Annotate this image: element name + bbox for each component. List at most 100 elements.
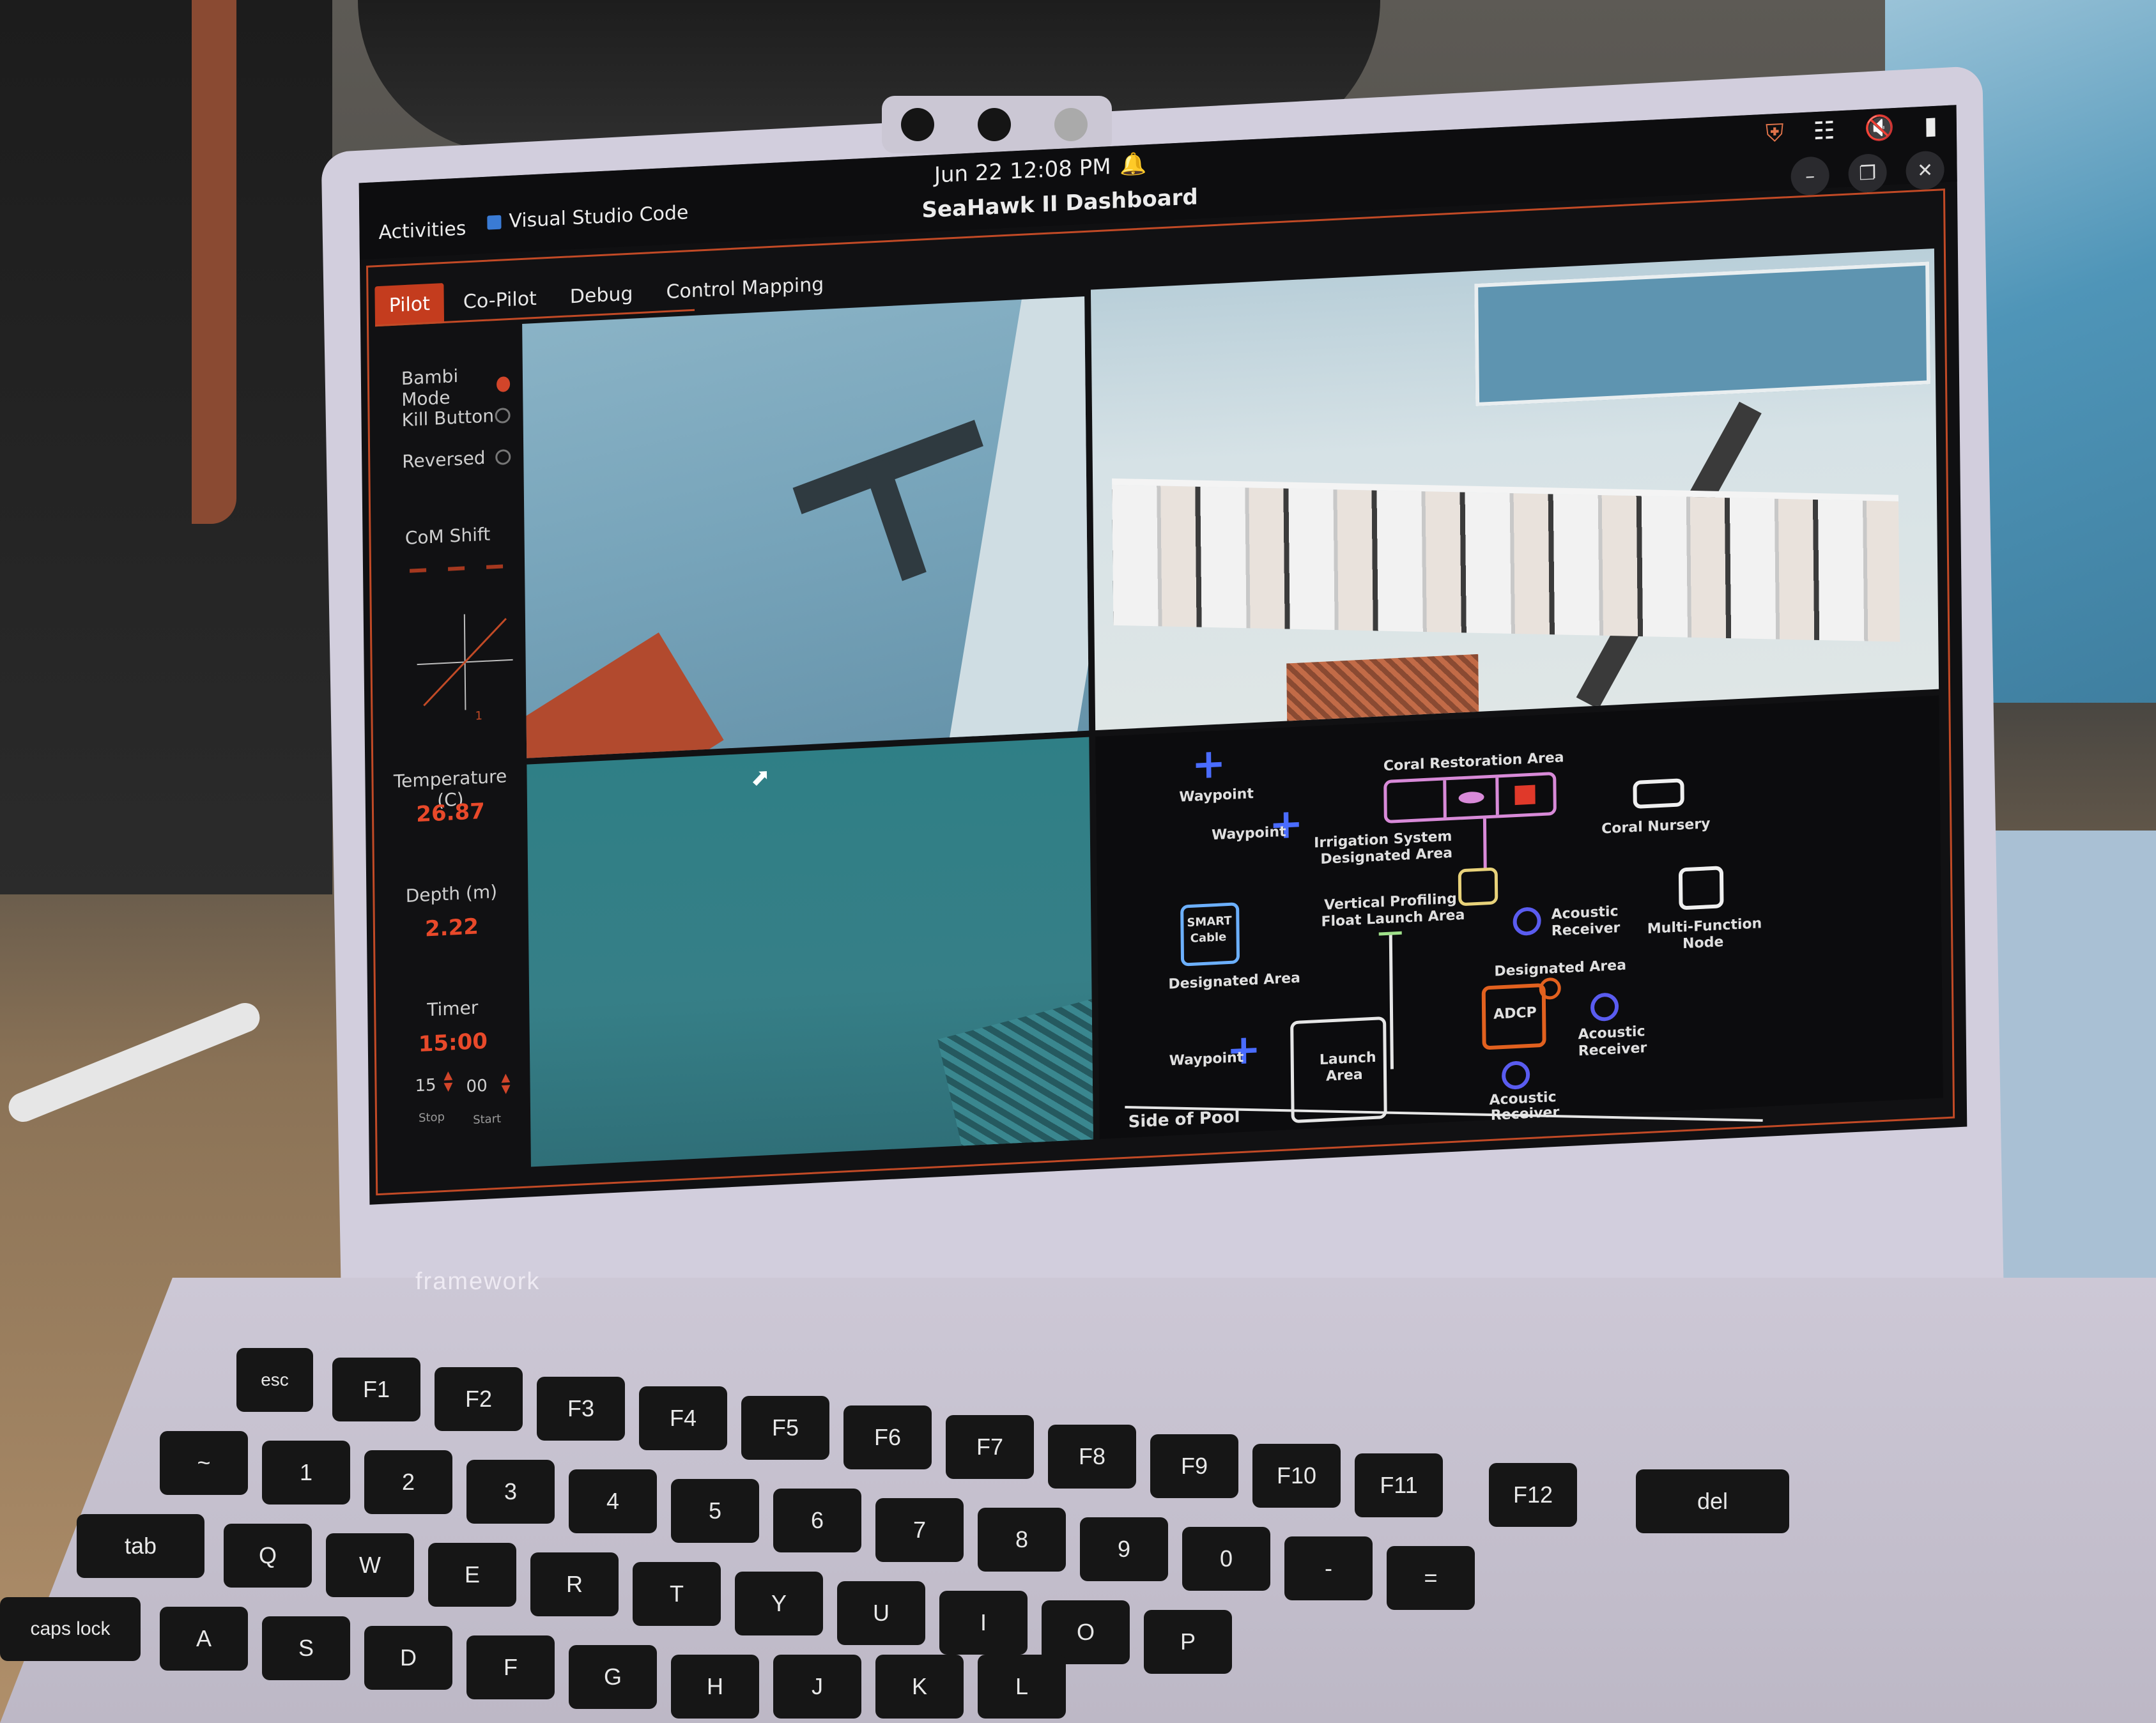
key[interactable]: J [773,1655,861,1719]
system-tray[interactable]: ⛨ ☷ 🔇 ▮ [1766,111,1937,148]
battery-icon[interactable]: ▮ [1924,111,1937,141]
com-slider[interactable] [486,564,504,569]
key[interactable]: 9 [1080,1517,1168,1581]
key[interactable]: F1 [332,1358,420,1421]
depth-label: Depth (m) [405,880,498,907]
timer-minutes-input[interactable]: 15 [415,1076,436,1096]
key[interactable]: G [569,1645,657,1709]
pool-wall [947,296,1090,751]
toggle-indicator-on[interactable] [496,376,511,392]
tab-pilot[interactable]: Pilot [374,282,445,327]
key[interactable]: D [364,1626,452,1690]
key[interactable]: A [160,1607,248,1671]
key[interactable]: F3 [537,1377,625,1441]
clock[interactable]: Jun 22 12:08 PM [934,154,1111,188]
key[interactable]: F10 [1252,1444,1341,1508]
toggle-indicator-off[interactable] [495,448,511,465]
key[interactable]: 6 [773,1489,861,1552]
shield-alert-icon[interactable]: ⛨ [1766,118,1784,148]
key[interactable]: F6 [843,1405,932,1469]
key[interactable]: K [875,1655,964,1719]
toggle-indicator-off[interactable] [495,407,511,424]
activities-button[interactable]: Activities [378,217,466,244]
coral-restoration-area[interactable] [1383,771,1557,824]
minutes-stepper-icon[interactable]: ▲ ▼ [443,1068,452,1094]
key[interactable]: esc [236,1348,313,1412]
key[interactable]: F [466,1635,555,1699]
seconds-stepper-icon[interactable]: ▲ ▼ [501,1071,510,1096]
case-rim [192,0,236,524]
key[interactable]: F9 [1150,1434,1238,1498]
key[interactable]: P [1144,1610,1232,1674]
maximize-button[interactable]: ❐ [1848,153,1887,194]
launch-line [1389,935,1394,1069]
close-button[interactable]: ✕ [1906,150,1944,191]
key[interactable]: 8 [978,1508,1066,1572]
focused-app-menu[interactable]: Visual Studio Code [487,201,689,233]
camera-feed-2[interactable] [1090,248,1939,731]
key[interactable]: F4 [639,1386,727,1450]
key[interactable]: ~ [160,1431,248,1495]
key[interactable]: F11 [1355,1453,1443,1517]
key[interactable]: I [939,1591,1028,1655]
com-shift-sliders[interactable] [410,564,504,573]
com-slider[interactable] [410,568,427,573]
key[interactable]: Y [735,1572,823,1635]
key[interactable]: tab [77,1514,204,1578]
key[interactable]: - [1284,1536,1373,1600]
camera-dot [901,108,934,141]
key[interactable]: W [326,1533,414,1597]
key[interactable]: 7 [875,1498,964,1562]
key[interactable]: 3 [466,1460,555,1524]
key[interactable]: F12 [1489,1463,1577,1527]
key[interactable]: E [428,1543,516,1607]
irrigation-area[interactable] [1458,867,1498,907]
key[interactable]: H [671,1655,759,1719]
acoustic-receiver-icon[interactable] [1590,992,1619,1022]
key[interactable]: R [530,1552,619,1616]
start-button[interactable]: Start [473,1112,501,1127]
coral-nursery-box[interactable] [1633,778,1684,809]
key[interactable]: = [1387,1546,1475,1610]
stop-button[interactable]: Stop [419,1110,445,1125]
key[interactable]: F5 [741,1396,829,1460]
key[interactable]: del [1636,1469,1789,1533]
key[interactable]: F7 [946,1415,1034,1479]
key[interactable]: 2 [364,1450,452,1514]
camera-feed-1[interactable] [522,296,1090,758]
toggle-reversed[interactable]: Reversed [402,446,511,472]
coral-nursery-label: Coral Nursery [1601,816,1711,838]
laptop-screen: Activities Visual Studio Code Jun 22 12:… [358,105,1967,1205]
key[interactable]: U [837,1581,925,1645]
key[interactable]: 0 [1182,1527,1270,1591]
key[interactable]: F8 [1048,1425,1136,1489]
network-icon[interactable]: ☷ [1813,116,1835,146]
camera-feed-3[interactable]: ⬈ [527,737,1093,1167]
toggle-kill-button[interactable]: Kill Button [401,404,511,431]
pool-map[interactable]: + Waypoint + Waypoint + Waypoint Coral R… [1095,695,1943,1139]
key[interactable]: F2 [435,1367,523,1431]
key[interactable]: L [978,1655,1066,1719]
key[interactable]: 5 [671,1479,759,1543]
key[interactable]: Q [224,1524,312,1588]
key[interactable]: 1 [262,1441,350,1505]
tab-debug[interactable]: Debug [556,273,647,318]
tab-control-mapping[interactable]: Control Mapping [652,264,838,313]
toggle-bambi-mode[interactable]: Bambi Mode [401,363,511,410]
com-shift-label: CoM Shift [404,523,491,549]
acoustic-receiver-icon[interactable] [1513,907,1541,937]
minimize-button[interactable]: – [1790,156,1829,196]
timer-seconds-input[interactable]: 00 [466,1076,487,1097]
waypoint-label: Waypoint [1179,786,1254,806]
key[interactable]: 4 [569,1469,657,1533]
speaker-muted-icon[interactable]: 🔇 [1864,113,1895,143]
com-slider[interactable] [448,566,465,571]
key[interactable]: T [633,1562,721,1626]
acoustic-receiver-icon[interactable] [1501,1060,1530,1091]
key[interactable]: caps lock [0,1597,141,1661]
key[interactable]: S [262,1616,350,1680]
multi-function-node-box[interactable] [1678,866,1724,910]
bell-icon[interactable]: 🔔 [1120,151,1147,178]
waypoint-marker-icon[interactable]: + [1191,740,1226,789]
waypoint-label: Waypoint [1211,823,1286,844]
